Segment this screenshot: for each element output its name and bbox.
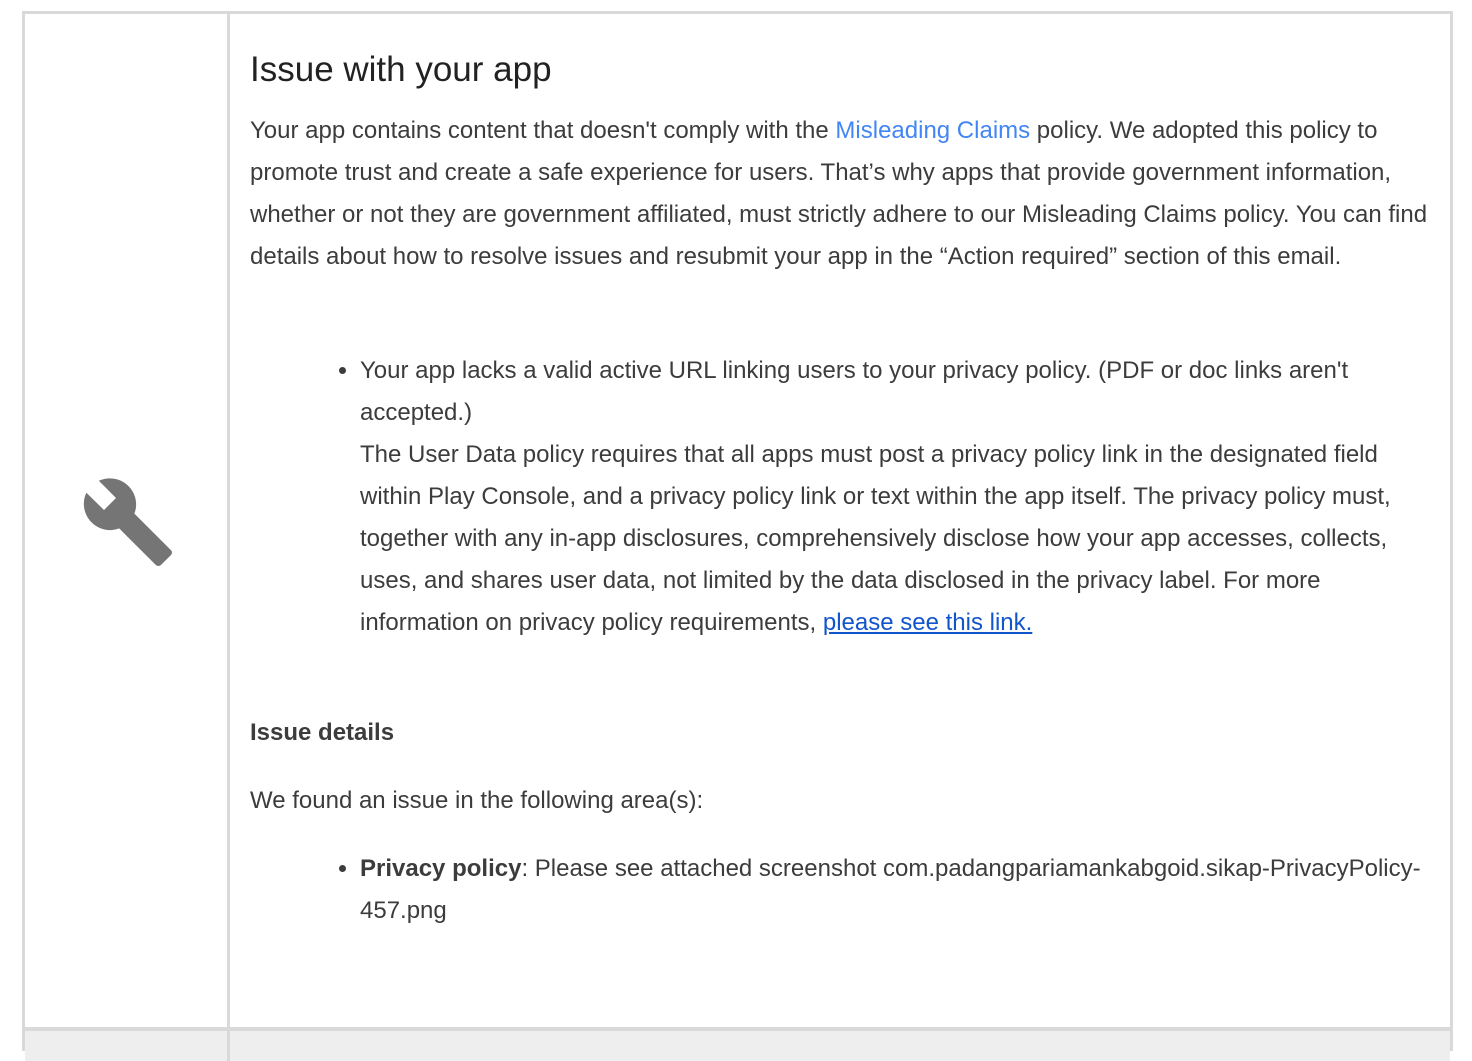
list-item: Privacy policy: Please see attached scre… [360,848,1440,932]
list-item: Your app lacks a valid active URL linkin… [360,350,1440,644]
area-list: Privacy policy: Please see attached scre… [250,848,1440,932]
intro-paragraph: Your app contains content that doesn't c… [250,110,1440,278]
column-divider [227,1031,230,1061]
issue-list: Your app lacks a valid active URL linkin… [250,350,1440,644]
issue-title: Issue with your app [250,50,552,89]
issue-body: The User Data policy requires that all a… [360,441,1391,636]
misleading-claims-link[interactable]: Misleading Claims [835,117,1030,144]
area-label: Privacy policy [360,855,522,882]
next-row [25,1027,1450,1061]
issue-content: Issue with your app Your app contains co… [250,14,1440,932]
issue-details-heading: Issue details [250,719,395,746]
issue-card: Issue with your app Your app contains co… [22,11,1453,1061]
icon-column [25,14,230,1027]
intro-text: Your app contains content that doesn't c… [250,117,836,144]
privacy-requirements-link[interactable]: please see this link. [823,609,1032,636]
issue-found-text: We found an issue in the following area(… [250,787,704,814]
wrench-icon [83,478,172,566]
issue-headline: Your app lacks a valid active URL linkin… [360,357,1349,426]
